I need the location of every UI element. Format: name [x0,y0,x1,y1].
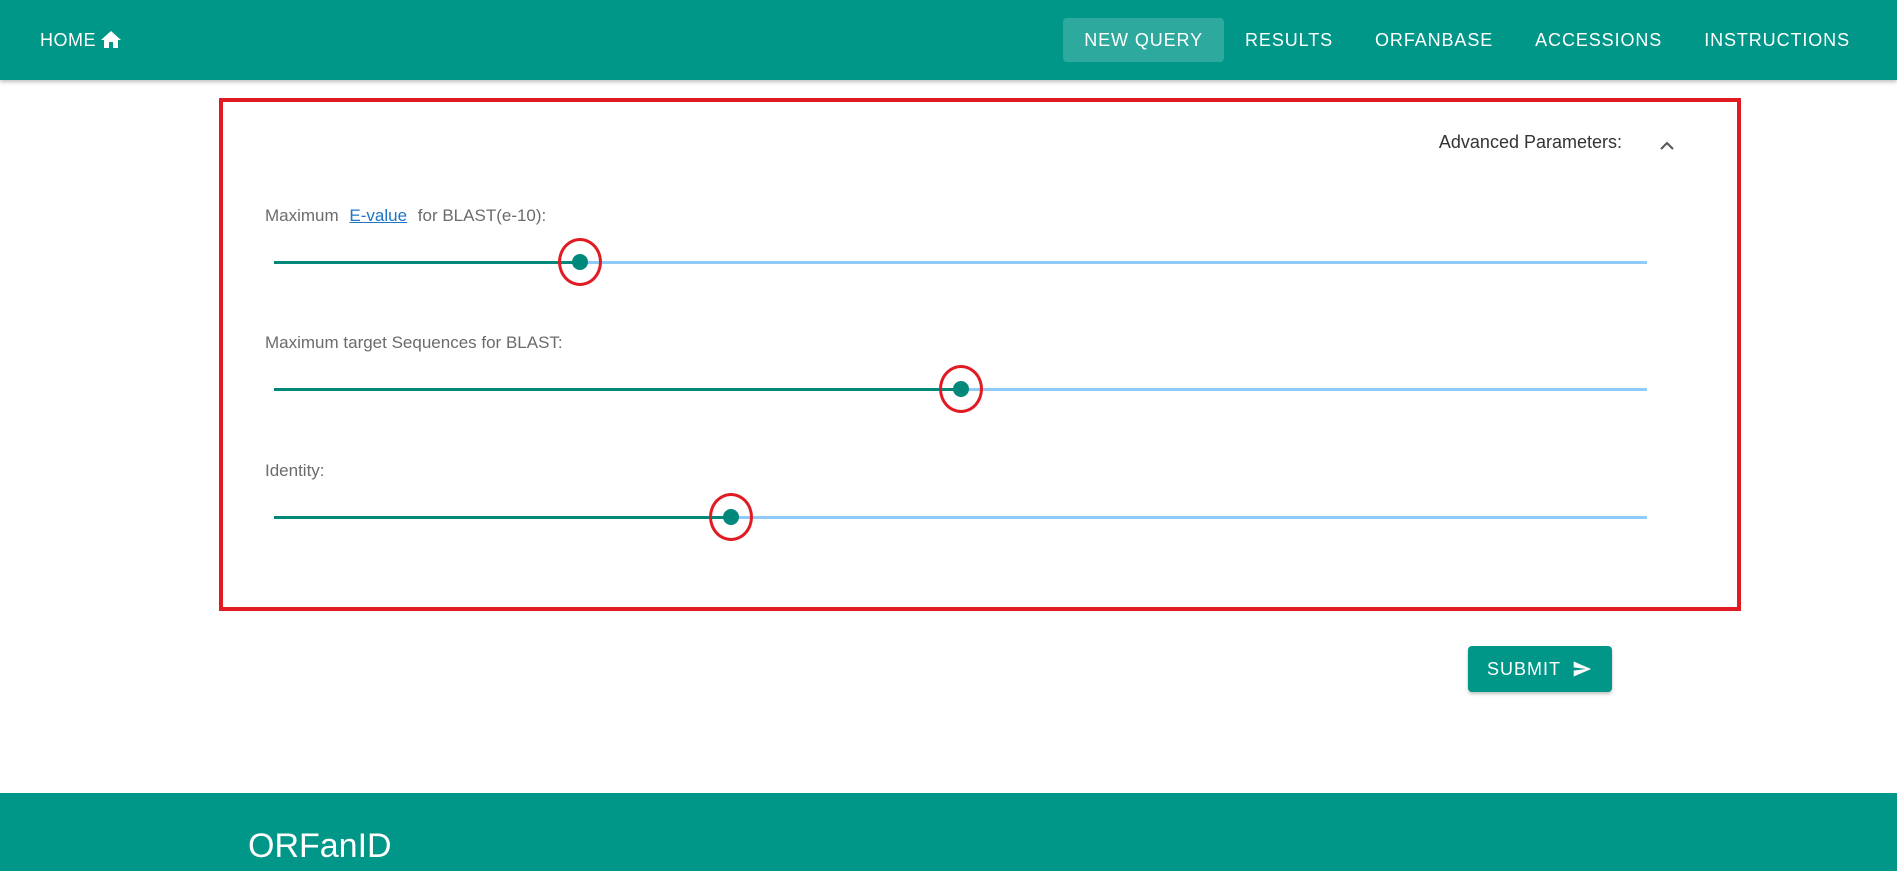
advanced-parameters-panel: Advanced Parameters: Maximum E-value for… [219,98,1741,611]
evalue-label-suffix: for BLAST(e-10): [417,206,547,225]
slider-thumb[interactable] [723,509,740,525]
slider-track [274,388,961,391]
footer-brand: ORFanID [248,827,392,865]
max-target-sequences-label: Maximum target Sequences for BLAST: [265,333,563,352]
home-icon [101,31,121,48]
home-link[interactable]: HOME [40,0,124,80]
nav-accessions[interactable]: ACCESSIONS [1514,18,1683,62]
slider-thumb[interactable] [952,381,969,397]
identity-slider[interactable] [274,493,1647,541]
nav-instructions[interactable]: INSTRUCTIONS [1683,18,1871,62]
nav-new-query[interactable]: NEW QUERY [1063,18,1225,62]
main-nav: NEW QUERY RESULTS ORFANBASE ACCESSIONS I… [1063,18,1871,62]
advanced-parameters-title: Advanced Parameters: [1438,132,1622,152]
slider-track [274,516,732,519]
evalue-label-prefix: Maximum [265,206,339,225]
submit-label: SUBMIT [1486,658,1561,679]
evalue-slider[interactable] [274,238,1647,286]
chevron-up-icon[interactable] [1655,134,1679,158]
slider-thumb[interactable] [572,254,589,270]
max-target-sequences-slider[interactable] [274,365,1647,413]
slider-track [274,261,581,264]
nav-orfanbase[interactable]: ORFANBASE [1354,18,1514,62]
identity-label: Identity: [265,461,325,480]
evalue-link[interactable]: E-value [349,206,407,225]
nav-results[interactable]: RESULTS [1224,18,1354,62]
footer: ORFanID [0,793,1897,871]
send-icon [1573,661,1592,677]
top-app-bar: HOME NEW QUERY RESULTS ORFANBASE ACCESSI… [0,0,1897,80]
evalue-label: Maximum E-value for BLAST(e-10): [265,206,546,226]
home-label: HOME [40,29,96,50]
submit-button[interactable]: SUBMIT [1468,646,1612,692]
